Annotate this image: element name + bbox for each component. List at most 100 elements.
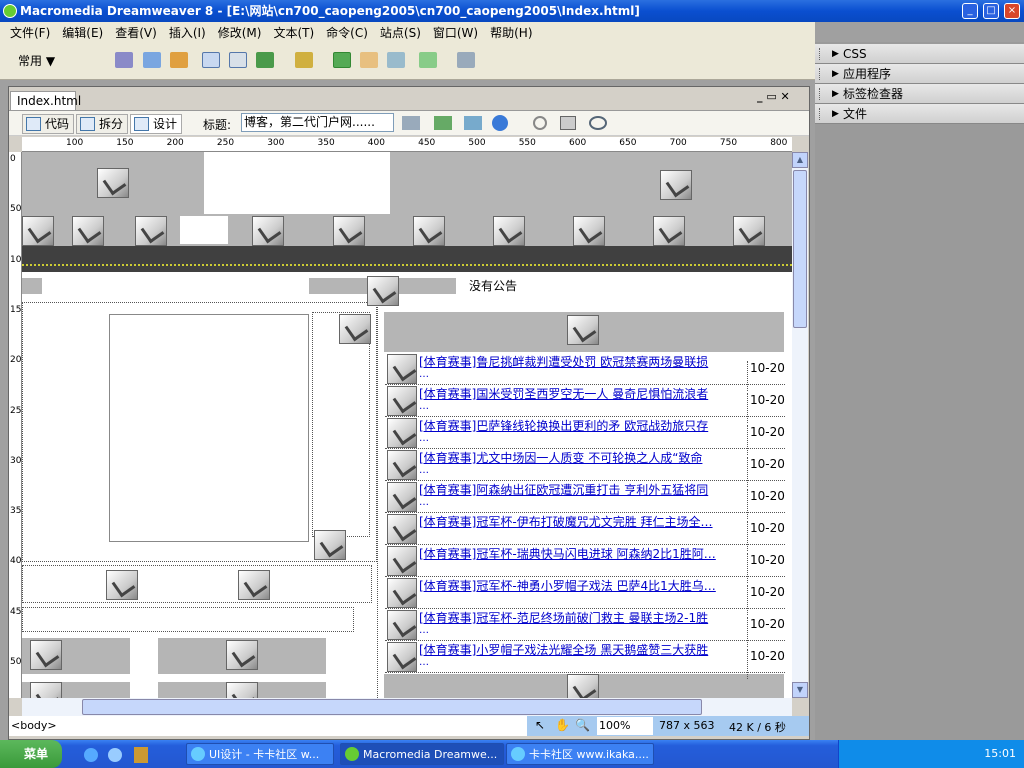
refresh-icon[interactable] — [533, 116, 547, 130]
vruler-tick-label: 0 — [10, 154, 16, 164]
close-button[interactable]: × — [1004, 3, 1020, 19]
image-placeholder-icon — [653, 216, 685, 246]
tag-selector-body[interactable]: <body> — [11, 719, 57, 732]
menu-site[interactable]: 站点(S) — [374, 24, 427, 41]
task-dreamweaver[interactable]: Macromedia Dreamwe... — [340, 743, 504, 765]
news-link[interactable]: [体育赛事]冠军杯-瑞典快马闪电进球 阿森纳2比1胜阿… — [419, 547, 741, 561]
menu-view[interactable]: 查看(V) — [109, 24, 163, 41]
image-placeholder-icon — [387, 514, 417, 544]
media-icon[interactable] — [295, 52, 313, 68]
image-placeholder-icon — [567, 674, 599, 698]
browser-check-icon[interactable] — [434, 116, 452, 130]
image-placeholder-icon — [333, 216, 365, 246]
menu-text[interactable]: 文本(T) — [267, 24, 320, 41]
image-placeholder-icon — [30, 640, 62, 670]
preview-browser-icon[interactable] — [492, 115, 508, 131]
zoom-tool-icon[interactable]: 🔍 — [575, 718, 590, 732]
panel-files[interactable]: ▶ 文件 — [815, 104, 1024, 124]
visual-aids-icon[interactable] — [589, 116, 607, 130]
hand-tool-icon[interactable]: ✋ — [555, 718, 570, 732]
templates-icon[interactable] — [419, 52, 437, 68]
menu-window[interactable]: 窗口(W) — [427, 24, 484, 41]
news-item: [体育赛事]冠军杯-神勇小罗帽子戏法 巴萨4比1大胜乌… 10-20 — [385, 577, 785, 615]
image-icon[interactable] — [256, 52, 274, 68]
news-link[interactable]: [体育赛事]小罗帽子戏法光耀全场 黑天鹅盛赞三大获胜 — [419, 643, 741, 657]
image-placeholder-icon — [339, 314, 371, 344]
panel-application[interactable]: ▶ 应用程序 — [815, 64, 1024, 84]
tab-index-html[interactable]: Index.html — [10, 91, 81, 110]
start-button[interactable]: 菜单 — [0, 740, 62, 768]
design-view-button[interactable]: 设计 — [130, 114, 183, 134]
tag-chooser-icon[interactable] — [457, 52, 475, 68]
table-icon[interactable] — [202, 52, 220, 68]
news-link[interactable]: [体育赛事]巴萨锋线轮换换出更利的矛 欧冠战劲旅只存 — [419, 419, 741, 433]
validate-icon[interactable] — [402, 116, 420, 130]
news-ellipsis: … — [419, 433, 429, 444]
date-icon[interactable] — [333, 52, 351, 68]
ruler-tick-label: 250 — [216, 138, 235, 148]
menu-file[interactable]: 文件(F) — [4, 24, 56, 41]
menu-help[interactable]: 帮助(H) — [484, 24, 538, 41]
doc-window-controls[interactable]: _ ▭ ✕ — [757, 90, 790, 103]
vertical-scroll-thumb[interactable] — [793, 170, 807, 328]
page-title-input[interactable]: 博客，第二代门户网...... — [241, 113, 394, 132]
vertical-ruler: 0 50 100 150 200 250 300 350 400 450 500 — [9, 152, 27, 698]
image-placeholder-icon — [387, 578, 417, 608]
news-link[interactable]: [体育赛事]冠军杯-伊布打破魔咒尤文完胜 拜仁主场全… — [419, 515, 741, 529]
quicklaunch-icon[interactable] — [108, 748, 122, 762]
file-management-icon[interactable] — [464, 116, 482, 130]
email-link-icon[interactable] — [143, 52, 161, 68]
hyperlink-icon[interactable] — [115, 52, 133, 68]
scroll-down-button[interactable]: ▼ — [792, 682, 808, 698]
news-ellipsis: … — [419, 465, 429, 476]
ruler-tick-label: 550 — [518, 138, 536, 148]
news-ellipsis: … — [419, 657, 429, 668]
news-link[interactable]: [体育赛事]冠军杯-范尼终场前破门救主 曼联主场2-1胜 — [419, 611, 741, 625]
news-link[interactable]: [体育赛事]国米受罚圣西罗空无一人 曼奇尼惧怕流浪者 — [419, 387, 741, 401]
code-view-button[interactable]: 代码 — [22, 114, 75, 134]
news-link[interactable]: [体育赛事]阿森纳出征欧冠遭沉重打击 亨利外五猛将同 — [419, 483, 741, 497]
image-placeholder-icon — [387, 354, 417, 384]
news-link[interactable]: [体育赛事]鲁尼挑衅裁判遭受处罚 欧冠禁赛两场曼联损 — [419, 355, 741, 369]
view-options-icon[interactable] — [560, 116, 576, 130]
zoom-level-select[interactable]: 100% — [597, 717, 653, 735]
minimize-button[interactable]: _ — [962, 3, 978, 19]
title-bar: Macromedia Dreamweaver 8 - [E:\网站\cn700_… — [0, 0, 1024, 22]
news-item: [体育赛事]尤文中场因一人质变 不可轮换之人成“致命… 10-20 — [385, 449, 785, 487]
menu-modify[interactable]: 修改(M) — [212, 24, 268, 41]
horizontal-scrollbar[interactable] — [22, 698, 792, 716]
menu-insert[interactable]: 插入(I) — [163, 24, 212, 41]
shield-quicklaunch-icon[interactable] — [134, 747, 148, 763]
panel-css[interactable]: ▶ CSS — [815, 44, 1024, 64]
split-view-button[interactable]: 拆分 — [76, 114, 129, 134]
image-placeholder-icon — [387, 610, 417, 640]
menu-edit[interactable]: 编辑(E) — [56, 24, 109, 41]
maximize-button[interactable]: □ — [983, 3, 999, 19]
vertical-scrollbar[interactable]: ▲ ▼ — [792, 152, 808, 698]
task-ui-design[interactable]: UI设计 - 卡卡社区 w... — [186, 743, 334, 765]
ruler-tick-label: 200 — [166, 138, 184, 148]
task-ikaka[interactable]: 卡卡社区 www.ikaka.... — [506, 743, 654, 765]
ruler-tick-label: 800 — [770, 138, 788, 148]
horizontal-scroll-thumb[interactable] — [82, 699, 702, 715]
menu-commands[interactable]: 命令(C) — [320, 24, 374, 41]
notice-text: 没有公告 — [469, 279, 518, 293]
insert-category-dropdown[interactable]: 常用 ▼ — [18, 52, 55, 69]
ruler-tick-label: 150 — [116, 138, 134, 148]
news-link[interactable]: [体育赛事]冠军杯-神勇小罗帽子戏法 巴萨4比1大胜乌… — [419, 579, 741, 593]
ie-quicklaunch-icon[interactable] — [84, 748, 98, 762]
server-side-include-icon[interactable] — [360, 52, 378, 68]
layer-icon[interactable] — [229, 52, 247, 68]
comment-icon[interactable] — [387, 52, 405, 68]
news-item: [体育赛事]冠军杯-瑞典快马闪电进球 阿森纳2比1胜阿… 10-20 — [385, 545, 785, 583]
download-size: 42 K / 6 秒 — [729, 721, 786, 734]
ruler-tick-label: 750 — [719, 138, 738, 148]
panel-tag-inspector[interactable]: ▶ 标签检查器 — [815, 84, 1024, 104]
news-ellipsis: … — [419, 497, 429, 508]
news-link[interactable]: [体育赛事]尤文中场因一人质变 不可轮换之人成“致命 — [419, 451, 741, 465]
select-tool-icon[interactable]: ↖ — [535, 718, 545, 732]
scroll-up-button[interactable]: ▲ — [792, 152, 808, 168]
named-anchor-icon[interactable] — [170, 52, 188, 68]
image-placeholder-icon — [238, 570, 270, 600]
window-size-select[interactable]: 787 x 563 — [659, 719, 715, 732]
